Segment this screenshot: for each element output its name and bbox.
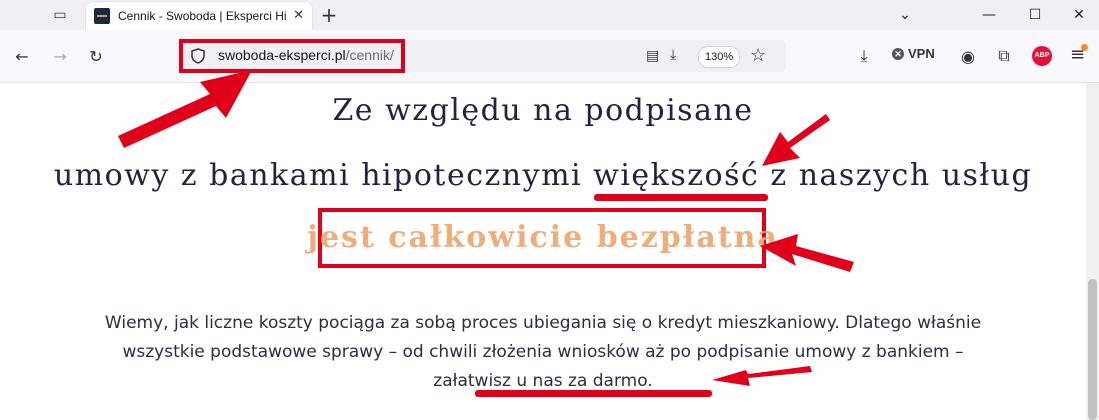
scrollbar-thumb[interactable]: [1088, 279, 1097, 420]
heading-line-2: umowy z bankami hipotecznymi większość z…: [53, 158, 1033, 193]
tab-list-icon[interactable]: ▭: [46, 4, 74, 26]
close-tab-icon[interactable]: ✕: [293, 8, 304, 23]
annotation-underline-wiekszosc: [594, 194, 768, 201]
minimize-icon[interactable]: —: [966, 0, 1012, 30]
bookmark-star-icon[interactable]: ☆: [750, 45, 766, 66]
annotation-url-box: [179, 39, 405, 73]
adblock-icon[interactable]: ABP: [1032, 46, 1052, 66]
reload-icon[interactable]: ↻: [84, 44, 108, 68]
annotation-underline-zalatwisz: [475, 390, 712, 397]
reader-view-icon[interactable]: ▤: [646, 48, 659, 64]
zoom-indicator[interactable]: 130%: [698, 46, 741, 68]
page-scrollbar[interactable]: [1086, 83, 1099, 420]
tab-title: Cennik - Swoboda | Eksperci Hipoteczni: [118, 9, 286, 23]
tab-bar: ▭ Cennik - Swoboda | Eksperci Hipoteczni…: [0, 0, 1099, 30]
new-tab-icon[interactable]: +: [318, 3, 340, 27]
extensions-icon[interactable]: ⧉: [992, 44, 1016, 68]
update-badge: [1081, 44, 1088, 51]
tab-overflow-chevron-icon[interactable]: ⌄: [882, 0, 928, 30]
heading-line-1: Ze względu na podpisane: [332, 93, 754, 128]
back-icon[interactable]: ←: [10, 44, 34, 68]
site-favicon: [94, 8, 110, 24]
navigation-bar: ← → ↻ swoboda-eksperci.pl/cennik/ ▤ ⤓ 13…: [0, 30, 1099, 83]
page-content: Ze względu na podpisane umowy z bankami …: [0, 83, 1086, 420]
active-tab[interactable]: Cennik - Swoboda | Eksperci Hipoteczni ✕: [86, 2, 312, 30]
intro-paragraph: Wiemy, jak liczne koszty pociąga za sobą…: [104, 313, 982, 391]
vpn-icon: ✕: [892, 47, 904, 60]
heading-line-3: jest całkowicie bezpłatna: [307, 220, 779, 255]
downloads-icon[interactable]: ⤓: [852, 44, 876, 68]
forward-icon[interactable]: →: [48, 44, 72, 68]
account-icon[interactable]: ◉: [956, 44, 980, 68]
close-window-icon[interactable]: ✕: [1056, 0, 1099, 30]
maximize-icon[interactable]: ☐: [1012, 0, 1058, 30]
vpn-button[interactable]: ✕ VPN: [892, 46, 935, 61]
address-bar[interactable]: swoboda-eksperci.pl/cennik/ ▤ ⤓ 130% ☆: [176, 39, 786, 73]
vpn-label: VPN: [908, 46, 935, 61]
save-page-icon[interactable]: ⤓: [670, 47, 676, 63]
